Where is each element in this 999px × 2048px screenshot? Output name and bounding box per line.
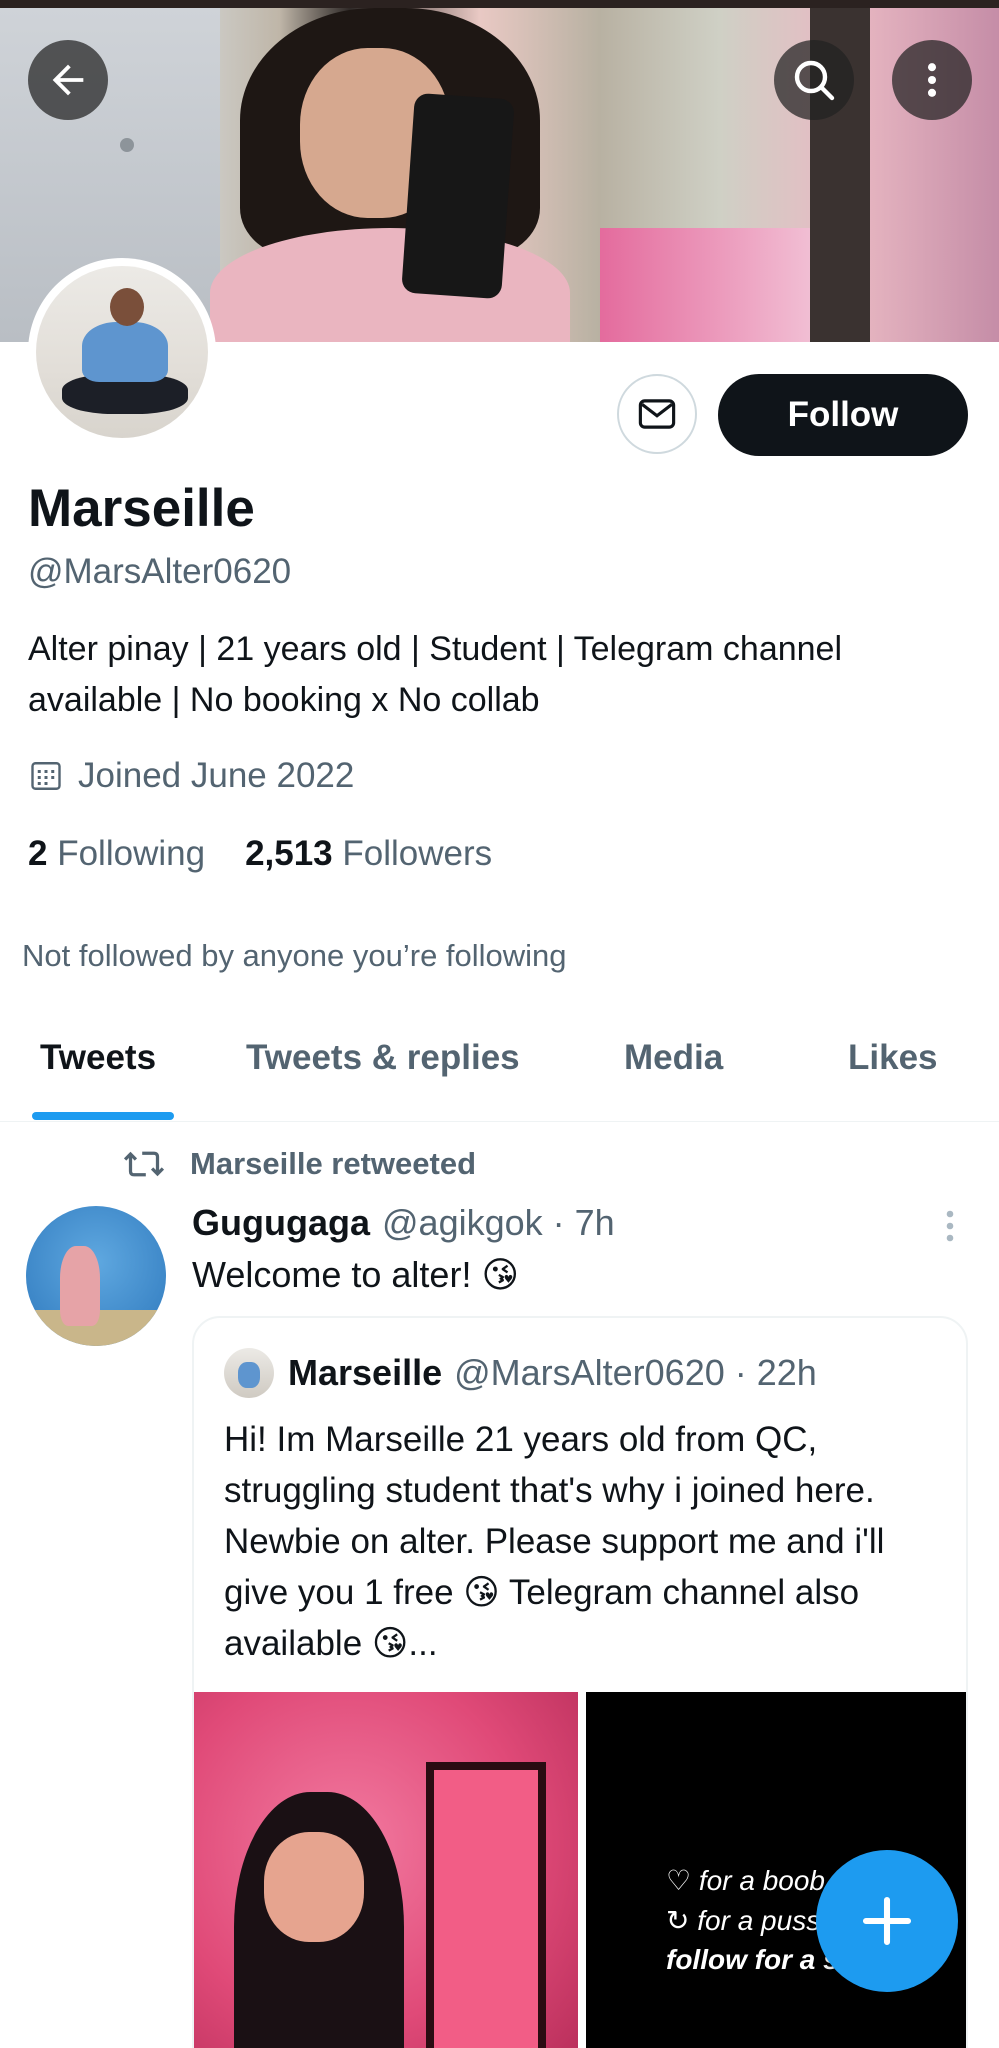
profile-tabs: Tweets Tweets & replies Media Likes [0,1000,999,1122]
quoted-tweet-text: Hi! Im Marseille 21 years old from QC, s… [224,1420,885,1663]
more-vertical-icon [927,63,937,97]
retweet-icon [123,1151,165,1177]
status-strip [0,0,999,8]
tweet-more-button[interactable] [940,1208,960,1249]
more-vertical-icon [946,1210,954,1242]
quoted-author-meta: @MarsAlter0620 · 22h [454,1352,817,1393]
joined-text: Joined June 2022 [78,756,355,795]
media-text-line: follow for a s [666,1944,839,1975]
quoted-author-avatar [224,1348,274,1398]
follow-button[interactable]: Follow [718,374,968,456]
profile-avatar[interactable] [28,258,216,446]
media-text-line: ♡ for a boob [666,1865,825,1896]
search-button[interactable] [774,40,854,120]
tweet-author-name[interactable]: Gugugaga [192,1202,370,1244]
tweet-text: Welcome to alter! 😘 [192,1254,519,1295]
back-button[interactable] [28,40,108,120]
calendar-icon [31,762,61,790]
joined-date: Joined June 2022 [28,756,354,796]
tweet-header: Gugugaga @agikgok · 7h [192,1202,615,1244]
message-button[interactable] [617,374,697,454]
profile-bio: Alter pinay | 21 years old | Student | T… [28,630,843,719]
follow-stats: 2 Following 2,513 Followers [28,834,532,874]
quoted-tweet-header: Marseille @MarsAlter0620 · 22h [224,1348,817,1398]
retweet-note: Marseille retweeted [122,1146,476,1182]
plus-icon [862,1896,912,1946]
more-options-button[interactable] [892,40,972,120]
media-text-line: ↻ for a puss [666,1905,821,1936]
mail-icon [638,399,676,429]
profile-name: Marseille [28,479,255,538]
tweet-author-meta: @agikgok · 7h [382,1202,615,1243]
compose-tweet-button[interactable] [816,1850,958,1992]
not-followed-note: Not followed by anyone you’re following [22,938,567,973]
tab-tweets[interactable]: Tweets [40,1038,156,1078]
quoted-media-photo[interactable] [194,1692,578,2048]
back-arrow-icon [52,64,84,96]
tweet-author-avatar[interactable] [26,1206,166,1346]
profile-handle: @MarsAlter0620 [28,552,292,591]
tab-media[interactable]: Media [624,1038,723,1078]
tab-likes[interactable]: Likes [848,1038,938,1078]
following-link[interactable]: 2 Following [28,834,205,874]
quoted-author-name: Marseille [288,1352,443,1393]
followers-link[interactable]: 2,513 Followers [245,834,492,874]
active-tab-indicator [32,1112,174,1120]
search-icon [794,60,835,101]
tab-tweets-replies[interactable]: Tweets & replies [246,1038,520,1078]
